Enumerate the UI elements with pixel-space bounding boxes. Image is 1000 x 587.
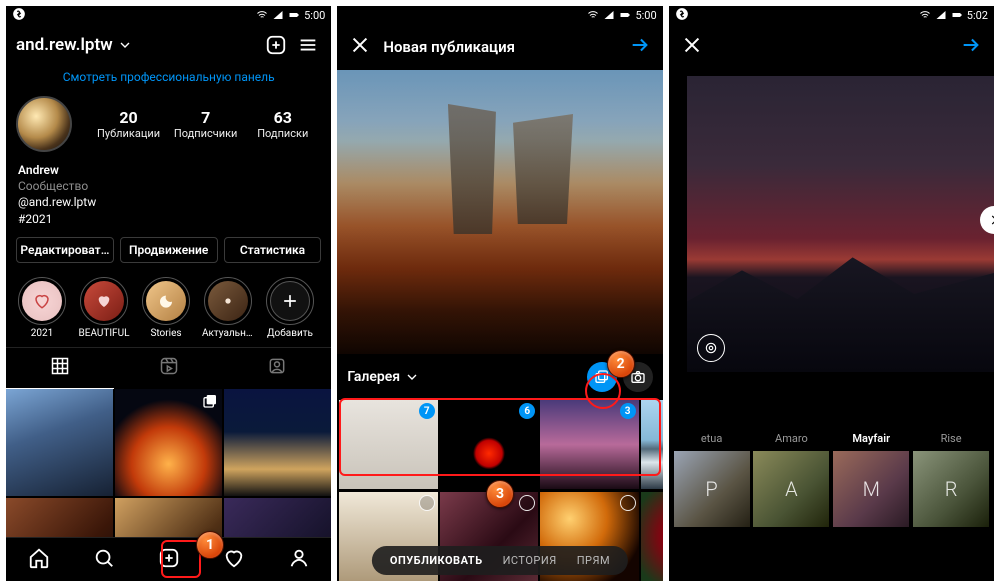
bio-category: Сообщество xyxy=(18,178,319,194)
post-thumb[interactable] xyxy=(6,498,113,537)
bio-hashtag: #2021 xyxy=(18,211,319,227)
annotation-badge-1: 1 xyxy=(196,531,224,559)
carousel-icon xyxy=(202,393,218,409)
stat-following[interactable]: 63 Подписки xyxy=(244,108,321,140)
profile-posts-grid xyxy=(6,389,331,537)
annotation-box-1 xyxy=(161,540,201,578)
filter-rise[interactable]: Rise R xyxy=(912,432,990,527)
mode-live[interactable]: ПРЯМ xyxy=(577,554,610,567)
signal-icon xyxy=(272,9,284,21)
phone-profile: 5:00 and.rew.lptw Смотреть профессиональ… xyxy=(6,6,331,581)
annotation-badge-2: 2 xyxy=(607,350,635,378)
username-dropdown[interactable]: and.rew.lptw xyxy=(16,35,133,55)
crop-handle[interactable] xyxy=(980,206,994,234)
battery-icon xyxy=(288,9,300,21)
filter-mayfair[interactable]: Mayfair M xyxy=(832,432,910,527)
profile-bio: Andrew Сообщество @and.rew.lptw #2021 xyxy=(6,160,331,237)
avatar[interactable] xyxy=(16,96,72,152)
post-mode-switcher[interactable]: ОПУБЛИКОВАТЬ ИСТОРИЯ ПРЯМ xyxy=(372,546,628,575)
insights-button[interactable]: Статистика xyxy=(224,237,322,263)
status-time: 5:02 xyxy=(967,9,988,22)
annotation-box-select xyxy=(585,373,621,409)
gallery-thumb[interactable] xyxy=(641,492,663,581)
shazam-icon xyxy=(675,7,689,24)
signal-icon xyxy=(603,9,615,21)
next-button[interactable] xyxy=(960,34,982,60)
profile-stats: 20 Публикации 7 Подписчики 63 Подписки xyxy=(6,94,331,160)
close-button[interactable] xyxy=(681,34,703,60)
status-time: 5:00 xyxy=(304,9,325,22)
promote-button[interactable]: Продвижение xyxy=(120,237,218,263)
post-thumb[interactable] xyxy=(6,389,113,496)
battery-icon xyxy=(619,9,631,21)
tab-reels[interactable] xyxy=(114,348,222,389)
status-bar: 5:00 xyxy=(337,6,662,24)
stat-followers[interactable]: 7 Подписчики xyxy=(167,108,244,140)
nav-profile[interactable] xyxy=(288,547,310,573)
annotation-box-2 xyxy=(339,398,660,476)
status-bar: 5:02 xyxy=(669,6,994,24)
bio-name: Andrew xyxy=(18,162,319,178)
chevron-down-icon xyxy=(404,369,420,385)
highlight-add[interactable]: Добавить xyxy=(264,277,316,339)
next-button[interactable] xyxy=(629,34,651,60)
tag-people-button[interactable] xyxy=(697,334,725,362)
gallery-dropdown[interactable]: Галерея xyxy=(347,369,420,385)
nav-search[interactable] xyxy=(93,547,115,573)
stat-posts[interactable]: 20 Публикации xyxy=(90,108,167,140)
nav-home[interactable] xyxy=(28,547,50,573)
wifi-icon xyxy=(256,9,268,21)
post-thumb[interactable] xyxy=(224,498,331,537)
profile-header: and.rew.lptw xyxy=(6,24,331,66)
phone-filters: 5:02 etua P Amaro A Mayfair M Rise R xyxy=(669,6,994,581)
tab-grid[interactable] xyxy=(6,348,114,389)
signal-icon xyxy=(935,9,947,21)
page-title: Новая публикация xyxy=(383,38,616,56)
chevron-down-icon xyxy=(117,37,133,53)
new-post-header: Новая публикация xyxy=(337,24,662,70)
wifi-icon xyxy=(919,9,931,21)
filter-amaro[interactable]: Amaro A xyxy=(752,432,830,527)
status-time: 5:00 xyxy=(635,9,656,22)
highlights-row[interactable]: 2021 BEAUTIFUL Stories Актуальное Добави… xyxy=(6,273,331,347)
post-thumb[interactable] xyxy=(115,389,222,496)
selected-preview[interactable] xyxy=(337,70,662,354)
edit-profile-button[interactable]: Редактироват… xyxy=(16,237,114,263)
highlight-2021[interactable]: 2021 xyxy=(16,277,68,339)
filter-preview[interactable] xyxy=(687,76,994,372)
tab-tagged[interactable] xyxy=(223,348,331,389)
post-thumb[interactable] xyxy=(224,389,331,496)
battery-icon xyxy=(951,9,963,21)
bio-handle: @and.rew.lptw xyxy=(18,194,319,210)
shazam-icon xyxy=(12,7,26,24)
edit-header xyxy=(669,24,994,70)
highlight-actual[interactable]: Актуальное xyxy=(202,277,254,339)
profile-tabs xyxy=(6,347,331,389)
annotation-badge-3: 3 xyxy=(486,480,514,508)
profile-action-row: Редактироват… Продвижение Статистика xyxy=(6,237,331,273)
close-button[interactable] xyxy=(349,34,371,60)
highlight-stories[interactable]: Stories xyxy=(140,277,192,339)
status-bar: 5:00 xyxy=(6,6,331,24)
hamburger-menu-button[interactable] xyxy=(295,32,321,58)
wifi-icon xyxy=(587,9,599,21)
mode-story[interactable]: ИСТОРИЯ xyxy=(503,554,557,567)
mode-publish[interactable]: ОПУБЛИКОВАТЬ xyxy=(390,554,483,567)
pro-dashboard-link[interactable]: Смотреть профессиональную панель xyxy=(6,66,331,94)
filter-perpetua[interactable]: etua P xyxy=(673,432,751,527)
filters-strip[interactable]: etua P Amaro A Mayfair M Rise R xyxy=(669,432,994,527)
new-post-header-button[interactable] xyxy=(263,32,289,58)
nav-activity[interactable] xyxy=(223,547,245,573)
phone-new-post: 5:00 Новая публикация Галерея 7 6 3 4 xyxy=(337,6,662,581)
highlight-beautiful[interactable]: BEAUTIFUL xyxy=(78,277,130,339)
